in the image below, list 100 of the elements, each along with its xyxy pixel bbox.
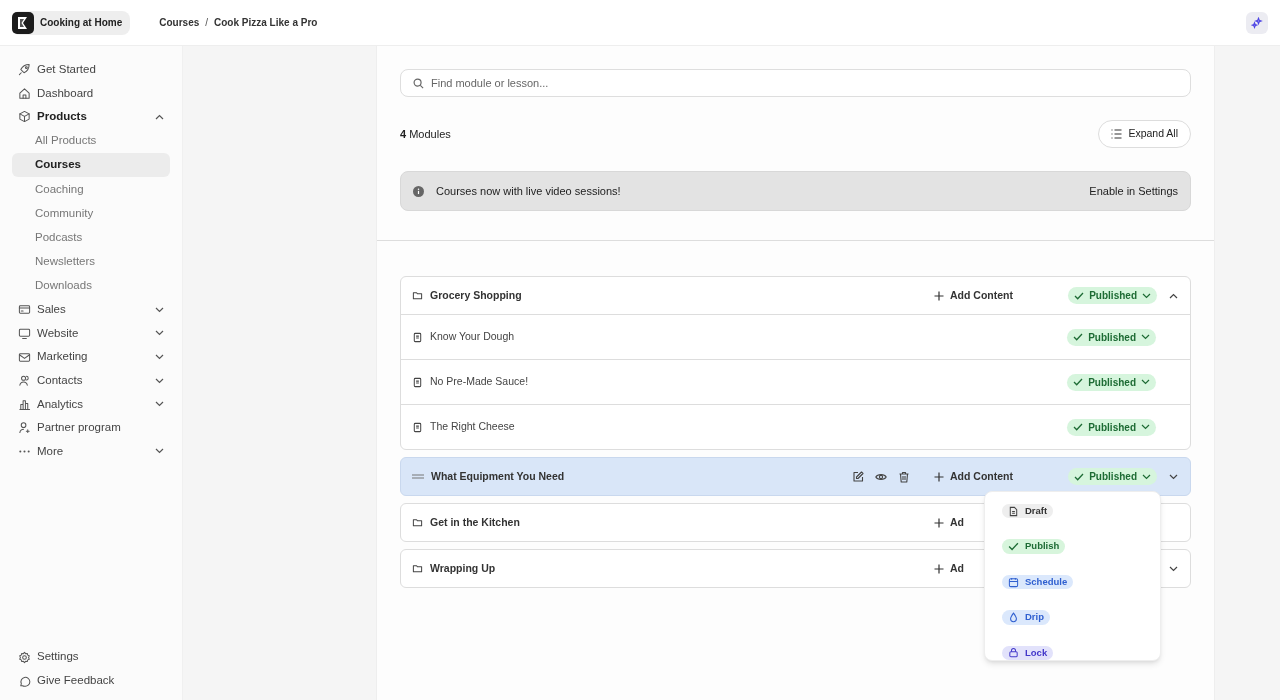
chevron-down-icon[interactable]: [1141, 379, 1150, 385]
enable-settings-link[interactable]: Enable in Settings: [1089, 182, 1178, 200]
settings-icon: [18, 650, 31, 664]
edit-icon[interactable]: [852, 470, 864, 483]
lesson-title: The Right Cheese: [430, 419, 516, 435]
calendar-icon: [1008, 576, 1019, 588]
search-field[interactable]: Find module or lesson...: [400, 69, 1191, 97]
chevron-down-icon[interactable]: [1141, 334, 1150, 340]
mail-icon: [18, 350, 31, 364]
module-count: 4 Modules: [400, 126, 451, 142]
plus-icon: [934, 517, 944, 528]
breadcrumb-link[interactable]: Cook Pizza Like a Pro: [214, 15, 318, 30]
status-option[interactable]: Draft: [1002, 504, 1054, 519]
nav-item[interactable]: Partner program: [12, 416, 170, 440]
chevron-down-icon[interactable]: [155, 354, 164, 361]
chevron-down-icon[interactable]: [155, 377, 164, 384]
drag-handle-icon[interactable]: [412, 474, 424, 479]
nav-item[interactable]: Website: [12, 321, 170, 346]
chevron-down-icon[interactable]: [155, 330, 164, 337]
sparkle-icon: [1251, 16, 1263, 29]
document-icon: [412, 421, 423, 433]
status-dropdown[interactable]: Published: [1068, 468, 1157, 485]
chevron-down-icon[interactable]: [1169, 473, 1178, 480]
workspace-switcher[interactable]: Cooking at Home: [12, 10, 131, 35]
search-icon: [413, 78, 424, 89]
check-icon: [1008, 542, 1019, 552]
check-icon: [1074, 291, 1085, 300]
user-plus-icon: [18, 421, 31, 435]
add-content-button[interactable]: Add Content: [934, 468, 1013, 485]
people-icon: [18, 374, 31, 388]
box-icon: [18, 110, 31, 124]
nav-item[interactable]: Give Feedback: [12, 669, 170, 693]
ai-button[interactable]: [1246, 11, 1268, 34]
logo-icon: [12, 11, 34, 34]
module-title: Wrapping Up: [430, 560, 496, 576]
nav-item[interactable]: Contacts: [12, 368, 170, 393]
card-icon: [18, 303, 31, 317]
add-content-button[interactable]: Add Content: [934, 287, 1013, 304]
nav-item[interactable]: Analytics: [12, 392, 170, 417]
plus-icon: [934, 471, 944, 482]
lesson-title: Know Your Dough: [430, 329, 516, 345]
status-option[interactable]: Publish: [1002, 539, 1066, 554]
info-icon: [413, 185, 424, 197]
folder-icon: [412, 290, 423, 301]
status-option[interactable]: Drip: [1002, 610, 1050, 625]
droplet-icon: [1008, 611, 1019, 623]
nav-item[interactable]: Sales: [12, 298, 170, 322]
expand-all-button[interactable]: Expand All: [1098, 120, 1191, 148]
nav-item[interactable]: Settings: [12, 645, 170, 669]
nav-subitem[interactable]: Newsletters: [12, 249, 170, 274]
nav-subitem[interactable]: Podcasts: [12, 225, 170, 250]
folder-icon: [412, 563, 423, 574]
document-icon: [1008, 505, 1019, 517]
document-icon: [412, 376, 423, 388]
status-dropdown[interactable]: Published: [1068, 287, 1157, 304]
check-icon: [1073, 333, 1084, 341]
chevron-down-icon[interactable]: [1169, 565, 1178, 572]
chevron-down-icon[interactable]: [155, 401, 164, 408]
document-icon: [412, 331, 423, 343]
chevron-down-icon[interactable]: [155, 306, 164, 313]
lock-icon: [1008, 647, 1019, 659]
banner-text: Courses now with live video sessions!: [436, 183, 621, 199]
check-icon: [1074, 472, 1085, 481]
breadcrumb-link[interactable]: Courses: [159, 15, 200, 30]
trash-icon[interactable]: [898, 470, 910, 483]
status-dropdown[interactable]: Published: [1067, 328, 1156, 346]
bar-chart-icon: [18, 397, 31, 411]
check-icon: [1073, 378, 1084, 386]
nav-item[interactable]: More: [12, 439, 170, 464]
status-option[interactable]: Schedule: [1002, 574, 1074, 590]
chat-bubble-icon: [18, 674, 31, 688]
chevron-down-icon[interactable]: [1141, 424, 1150, 430]
monitor-icon: [18, 327, 31, 340]
nav-subitem[interactable]: All Products: [12, 128, 170, 153]
nav-subitem[interactable]: Coaching: [12, 177, 170, 202]
check-icon: [1073, 423, 1084, 431]
chevron-down-icon[interactable]: [155, 448, 164, 455]
chevron-up-icon[interactable]: [1169, 292, 1178, 299]
status-dropdown[interactable]: Published: [1067, 373, 1156, 391]
rocket-icon: [18, 63, 31, 77]
plus-icon: [934, 563, 944, 574]
nav-subitem[interactable]: Courses: [12, 152, 170, 178]
nav-subitem[interactable]: Community: [12, 201, 170, 226]
module-title: Get in the Kitchen: [430, 514, 520, 530]
module-title: What Equipment You Need: [431, 468, 565, 484]
add-content-button[interactable]: Ad: [934, 514, 964, 531]
nav-item[interactable]: Products: [12, 105, 170, 129]
chevron-down-icon[interactable]: [1142, 473, 1151, 480]
nav-subitem[interactable]: Downloads: [12, 273, 170, 299]
plus-icon: [934, 290, 944, 301]
chevron-down-icon[interactable]: [1142, 292, 1151, 299]
status-option[interactable]: Lock: [1002, 645, 1054, 660]
nav-item[interactable]: Marketing: [12, 345, 170, 369]
lesson-title: No Pre-Made Sauce!: [430, 374, 530, 390]
nav-item[interactable]: Get Started: [12, 58, 170, 82]
add-content-button[interactable]: Ad: [934, 560, 964, 577]
chevron-up-icon[interactable]: [155, 114, 164, 120]
breadcrumb-separator: /: [205, 16, 209, 30]
status-dropdown[interactable]: Published: [1067, 418, 1156, 436]
nav-item[interactable]: Dashboard: [12, 81, 170, 106]
